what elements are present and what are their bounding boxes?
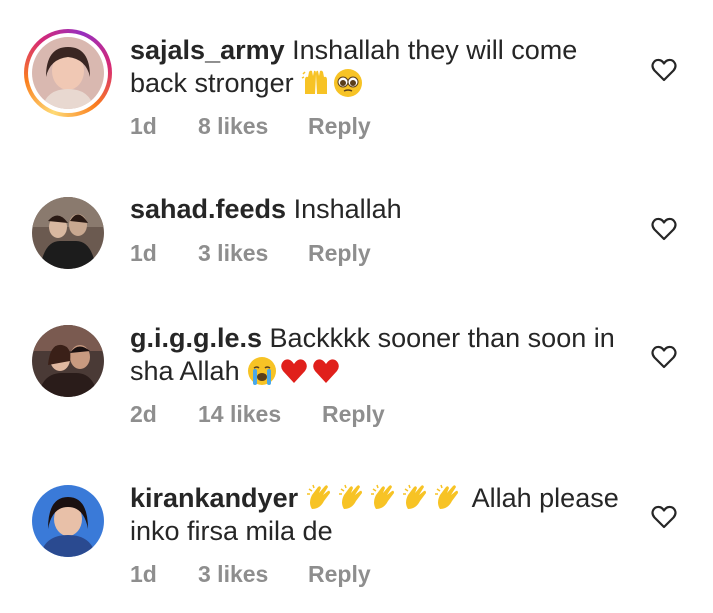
- reply-button[interactable]: Reply: [308, 113, 371, 140]
- like-heart-icon[interactable]: [651, 505, 677, 529]
- reply-button[interactable]: Reply: [308, 561, 371, 588]
- comment-username[interactable]: kirankandyer: [130, 483, 298, 513]
- comment-time: 1d: [130, 240, 157, 266]
- comment-username[interactable]: sajals_army: [130, 35, 285, 65]
- loudly-crying-face-emoji: [247, 356, 277, 386]
- red-heart-emoji: [311, 356, 341, 386]
- raising-hands-emoji: [301, 68, 331, 98]
- avatar[interactable]: [32, 37, 104, 109]
- comment-time: 1d: [130, 113, 157, 139]
- comment-body: kirankandyer Allah please inko firsa mil…: [130, 482, 630, 548]
- reply-button[interactable]: Reply: [308, 240, 371, 267]
- comment-username[interactable]: sahad.feeds: [130, 194, 286, 224]
- comment-item: g.i.g.g.le.s Backkkk sooner than soon in…: [0, 300, 713, 460]
- comment-item: kirankandyer Allah please inko firsa mil…: [0, 460, 713, 613]
- comment-body: sajals_army Inshallah they will come bac…: [130, 34, 630, 100]
- clapping-hands-emoji: [434, 483, 464, 513]
- like-heart-icon[interactable]: [651, 58, 677, 82]
- comment-likes[interactable]: 3 likes: [198, 561, 268, 588]
- comment-likes[interactable]: 14 likes: [198, 401, 281, 428]
- comment-text: Inshallah: [293, 194, 402, 224]
- clapping-hands-emoji: [306, 483, 336, 513]
- comment-likes[interactable]: 3 likes: [198, 240, 268, 267]
- avatar[interactable]: [32, 485, 104, 557]
- avatar[interactable]: [32, 197, 104, 269]
- like-heart-icon[interactable]: [651, 345, 677, 369]
- avatar[interactable]: [32, 325, 104, 397]
- comment-item: sajals_army Inshallah they will come bac…: [0, 0, 713, 160]
- clapping-hands-emoji: [402, 483, 432, 513]
- comment-item: sahad.feeds Inshallah 1d 3 likes Reply: [0, 160, 713, 300]
- comment-body: sahad.feeds Inshallah: [130, 193, 630, 226]
- pleading-face-emoji: [333, 68, 363, 98]
- red-heart-emoji: [279, 356, 309, 386]
- comment-time: 1d: [130, 561, 157, 587]
- comment-username[interactable]: g.i.g.g.le.s: [130, 323, 262, 353]
- clapping-hands-emoji: [370, 483, 400, 513]
- like-heart-icon[interactable]: [651, 217, 677, 241]
- comment-time: 2d: [130, 401, 157, 427]
- reply-button[interactable]: Reply: [322, 401, 385, 428]
- clapping-hands-emoji: [338, 483, 368, 513]
- comment-body: g.i.g.g.le.s Backkkk sooner than soon in…: [130, 322, 630, 388]
- comment-likes[interactable]: 8 likes: [198, 113, 268, 140]
